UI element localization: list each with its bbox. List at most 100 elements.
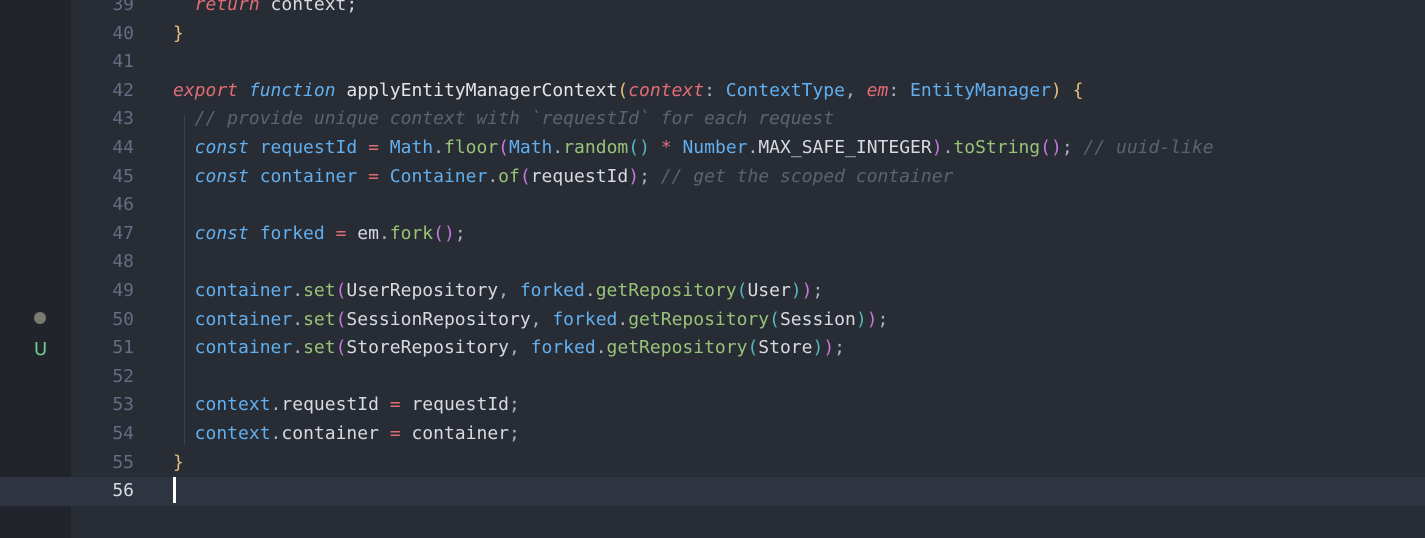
code-text: container.set(SessionRepository, forked.… [173,306,889,335]
code-token: = [389,394,401,416]
code-token: requestId [530,165,629,187]
code-text: container.set(UserRepository, forked.get… [173,277,824,306]
code-text: container.set(StoreRepository, forked.ge… [173,334,845,363]
code-line[interactable]: 50 container.set(SessionRepository, fork… [0,306,1425,335]
code-token: getRepository [628,308,770,330]
line-number: 49 [112,280,134,301]
code-token: ) [628,165,640,187]
code-line[interactable]: 41 [0,48,1425,77]
code-token: ) [823,337,835,359]
line-number: 45 [112,165,134,187]
code-token: fork [389,222,434,244]
code-token: () [433,222,455,244]
code-token: ; [1061,137,1073,158]
line-number: 48 [112,251,134,273]
line-number: 51 [112,337,134,359]
code-token: , [498,280,520,301]
code-token: container [400,423,509,444]
code-token: context [173,423,271,444]
code-line[interactable]: 47 const forked = em.fork(); [0,220,1425,249]
code-token: ( [498,137,510,158]
code-token: ( [769,308,780,330]
line-number: 41 [112,51,134,73]
code-token: Number [682,137,748,158]
line-number: 47 [112,222,134,244]
code-token: . [552,137,564,158]
code-line[interactable]: 42 export function applyEntityManagerCont… [0,77,1425,106]
code-token: export [173,79,239,101]
code-token: . [747,137,759,158]
code-token: requestId [281,394,379,416]
code-token: em [357,222,379,244]
code-text: } [173,20,184,49]
code-line[interactable]: 40} [0,20,1425,49]
code-token: random [563,137,629,158]
code-token: } [173,451,184,473]
code-token: User [747,280,791,301]
code-token: ( [335,280,347,301]
code-token: // get the scoped container [660,165,954,187]
line-number: 43 [112,108,134,130]
line-number: 55 [112,451,134,473]
code-token: context; [259,0,358,15]
code-line[interactable]: 43 // provide unique context with `reque… [0,105,1425,134]
code-token: } [173,22,184,44]
code-token: toString [953,137,1041,158]
code-line[interactable]: 44 const requestId = Math.floor(Math.ran… [0,134,1425,163]
code-token: * [660,137,672,158]
code-line[interactable]: 45 const container = Container.of(reques… [0,163,1425,192]
code-token: . [270,423,282,444]
code-token: ( [335,337,347,359]
code-token: , [844,79,867,101]
code-line[interactable]: 39 return context; [0,0,1425,20]
code-token: UserRepository [346,280,499,301]
code-line[interactable]: 51 container.set(StoreRepository, forked… [0,334,1425,363]
code-text: context.requestId = requestId; [173,391,520,420]
code-token: Container [389,165,488,187]
code-token: . [942,137,954,158]
code-token: : [888,79,911,101]
code-line[interactable]: 48 [0,248,1425,277]
line-number: 40 [112,22,134,44]
code-token: context [173,394,271,416]
code-token: ; [834,337,845,359]
code-token: . [270,394,282,416]
code-token: ( [747,337,759,359]
code-line[interactable]: 46 [0,191,1425,220]
code-token: ; [509,394,520,416]
code-token: Session [779,308,856,330]
code-line[interactable]: 56 [0,477,1425,506]
code-token: ; [454,222,466,244]
code-token: getRepository [595,280,737,301]
code-text: const requestId = Math.floor(Math.random… [173,134,1214,163]
code-token: , [508,337,531,359]
code-line[interactable]: 52 [0,363,1425,392]
code-line[interactable]: 49 container.set(UserRepository, forked.… [0,277,1425,306]
code-token: forked [552,308,618,330]
code-token: ContextType [725,79,845,101]
code-editor[interactable]: 39 return context; 40} 41 42 export function… [0,0,1425,538]
code-token: floor [443,137,499,158]
line-number: 54 [112,423,134,444]
code-token: // provide unique context with `requestI… [173,108,835,130]
line-number: 50 [112,308,134,330]
code-line[interactable]: 53 context.requestId = requestId; [0,391,1425,420]
code-token: () [628,137,650,158]
code-token: requestId [259,137,358,158]
code-line[interactable]: 54 context.container = container; [0,420,1425,449]
code-token: () [1040,137,1062,158]
code-text: export function applyEntityManagerContex… [173,77,1083,106]
code-token: . [487,165,499,187]
code-token: // uuid-like [1083,137,1214,158]
code-text: context.container = container; [173,420,520,449]
code-token: , [530,308,553,330]
line-number: 46 [112,194,134,216]
code-line[interactable]: 55} [0,449,1425,478]
